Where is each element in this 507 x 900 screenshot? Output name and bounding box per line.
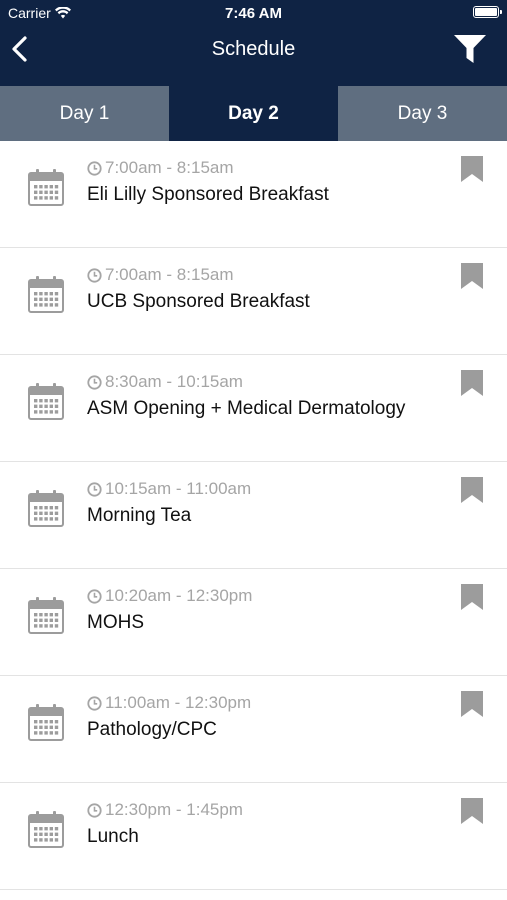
filter-icon	[454, 35, 486, 63]
tab-day-3[interactable]: Day 3	[338, 86, 507, 141]
event-time: 7:00am - 8:15am	[105, 158, 234, 177]
event-time: 7:00am - 8:15am	[105, 265, 234, 284]
event-time-row: 12:30pm - 1:45pm	[87, 800, 243, 820]
event-time-row: 7:00am - 8:15am	[87, 265, 234, 285]
tab-day-1[interactable]: Day 1	[0, 86, 169, 141]
bookmark-icon[interactable]	[461, 263, 483, 289]
bookmark-icon[interactable]	[461, 477, 483, 503]
calendar-icon	[28, 168, 64, 206]
nav-bar: Schedule	[0, 28, 507, 86]
battery-icon	[473, 6, 502, 18]
list-item[interactable]: 10:15am - 11:00am Morning Tea	[0, 462, 507, 569]
clock-icon	[87, 695, 102, 711]
event-title: MOHS	[87, 612, 144, 633]
day-tabs: Day 1 Day 2 Day 3	[0, 86, 507, 141]
calendar-icon	[28, 810, 64, 848]
calendar-icon	[28, 382, 64, 420]
event-title: Morning Tea	[87, 505, 192, 526]
bookmark-icon[interactable]	[461, 584, 483, 610]
status-bar: Carrier 7:46 AM	[0, 0, 507, 28]
clock-icon	[87, 267, 102, 283]
list-item[interactable]: 12:30pm - 1:45pm Lunch	[0, 783, 507, 890]
tab-day-2[interactable]: Day 2	[169, 86, 338, 141]
app-header: Carrier 7:46 AM Schedule	[0, 0, 507, 86]
list-item[interactable]: 11:00am - 12:30pm Pathology/CPC	[0, 676, 507, 783]
list-item[interactable]: 10:20am - 12:30pm MOHS	[0, 569, 507, 676]
event-time: 8:30am - 10:15am	[105, 372, 243, 391]
event-time-row: 7:00am - 8:15am	[87, 158, 234, 178]
event-title: Pathology/CPC	[87, 719, 217, 740]
event-title: Lunch	[87, 826, 139, 847]
calendar-icon	[28, 703, 64, 741]
event-title: ASM Opening + Medical Dermatology	[87, 398, 406, 419]
bookmark-icon[interactable]	[461, 691, 483, 717]
clock-icon	[87, 160, 102, 176]
event-time: 12:30pm - 1:45pm	[105, 800, 243, 819]
page-title: Schedule	[211, 38, 296, 60]
event-time: 11:00am - 12:30pm	[105, 693, 252, 712]
clock-icon	[87, 588, 102, 604]
clock-icon	[87, 374, 102, 390]
bookmark-icon[interactable]	[461, 156, 483, 182]
event-time: 10:20am - 12:30pm	[105, 586, 253, 605]
filter-button[interactable]	[453, 32, 487, 66]
schedule-list: 7:00am - 8:15am Eli Lilly Sponsored Brea…	[0, 141, 507, 890]
event-time-row: 11:00am - 12:30pm	[87, 693, 251, 713]
calendar-icon	[28, 596, 64, 634]
bookmark-icon[interactable]	[461, 370, 483, 396]
clock-icon	[87, 802, 102, 818]
status-time: 7:46 AM	[225, 5, 282, 22]
event-time: 10:15am - 11:00am	[105, 479, 252, 498]
list-item[interactable]: 7:00am - 8:15am Eli Lilly Sponsored Brea…	[0, 141, 507, 248]
event-title: UCB Sponsored Breakfast	[87, 291, 310, 312]
event-time-row: 10:15am - 11:00am	[87, 479, 251, 499]
event-time-row: 10:20am - 12:30pm	[87, 586, 252, 606]
event-title: Eli Lilly Sponsored Breakfast	[87, 184, 329, 205]
calendar-icon	[28, 489, 64, 527]
event-time-row: 8:30am - 10:15am	[87, 372, 243, 392]
bookmark-icon[interactable]	[461, 798, 483, 824]
clock-icon	[87, 481, 102, 497]
list-item[interactable]: 8:30am - 10:15am ASM Opening + Medical D…	[0, 355, 507, 462]
calendar-icon	[28, 275, 64, 313]
list-item[interactable]: 7:00am - 8:15am UCB Sponsored Breakfast	[0, 248, 507, 355]
